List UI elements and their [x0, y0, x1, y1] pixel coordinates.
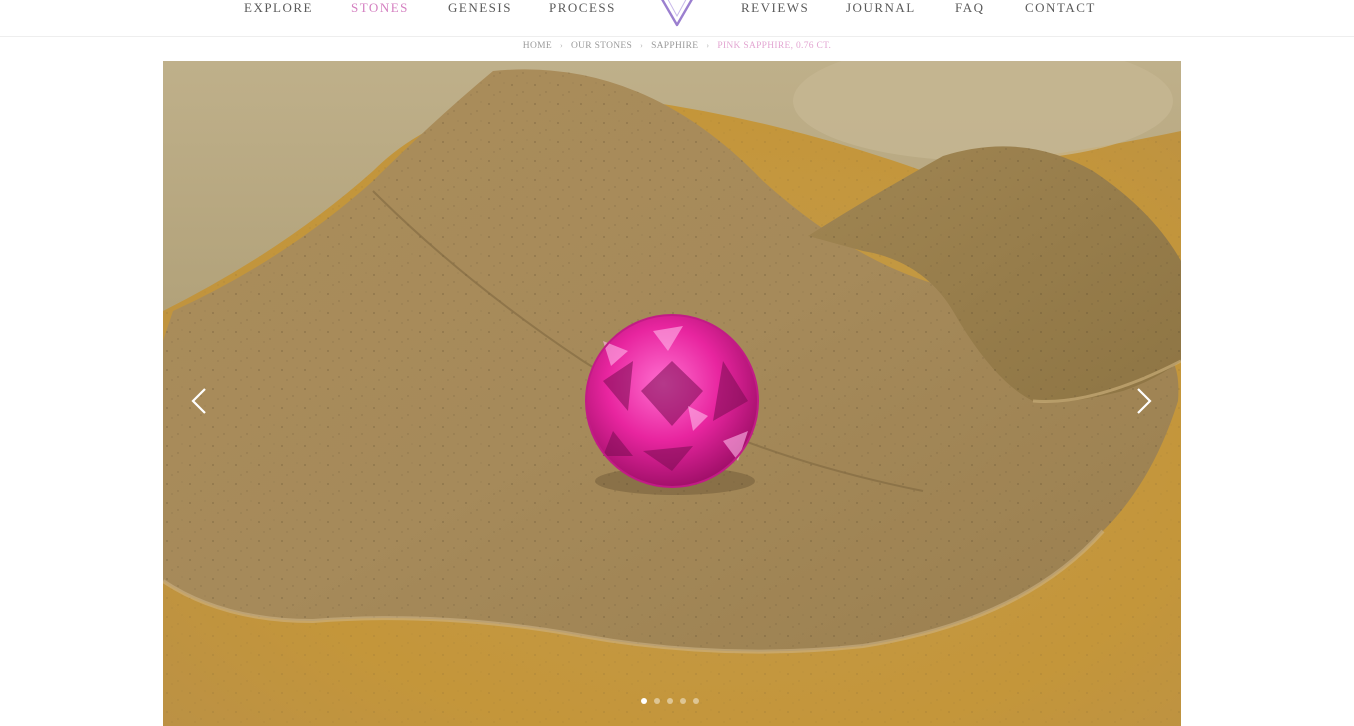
nav-genesis[interactable]: GENESIS: [448, 0, 512, 16]
v-diamond-logo-icon[interactable]: [653, 0, 701, 28]
carousel-dot-4[interactable]: [680, 698, 686, 704]
breadcrumb-sapphire[interactable]: SAPPHIRE: [651, 41, 698, 51]
nav-journal[interactable]: JOURNAL: [846, 0, 916, 16]
product-photo: [163, 61, 1181, 726]
chevron-right-icon: ›: [640, 41, 644, 50]
breadcrumb-current: PINK SAPPHIRE, 0.76 CT.: [717, 41, 832, 51]
top-navigation: EXPLORE STONES GENESIS PROCESS REVIEWS J…: [0, 0, 1354, 37]
carousel-pagination: [641, 698, 711, 706]
carousel-dot-3[interactable]: [667, 698, 673, 704]
product-image-carousel[interactable]: [163, 61, 1181, 726]
chevron-right-icon[interactable]: [1126, 383, 1160, 419]
breadcrumb: HOME › OUR STONES › SAPPHIRE › PINK SAPPHIRE, …: [0, 41, 1354, 51]
nav-faq[interactable]: FAQ: [955, 0, 985, 16]
chevron-right-icon: ›: [706, 41, 710, 50]
nav-process[interactable]: PROCESS: [549, 0, 616, 16]
breadcrumb-home[interactable]: HOME: [523, 41, 552, 51]
carousel-dot-2[interactable]: [654, 698, 660, 704]
chevron-left-icon[interactable]: [183, 383, 217, 419]
carousel-dot-5[interactable]: [693, 698, 699, 704]
nav-stones[interactable]: STONES: [351, 0, 409, 16]
carousel-dot-1[interactable]: [641, 698, 647, 704]
nav-contact[interactable]: CONTACT: [1025, 0, 1096, 16]
nav-explore[interactable]: EXPLORE: [244, 0, 313, 16]
breadcrumb-our-stones[interactable]: OUR STONES: [571, 41, 632, 51]
chevron-right-icon: ›: [559, 41, 563, 50]
nav-reviews[interactable]: REVIEWS: [741, 0, 809, 16]
